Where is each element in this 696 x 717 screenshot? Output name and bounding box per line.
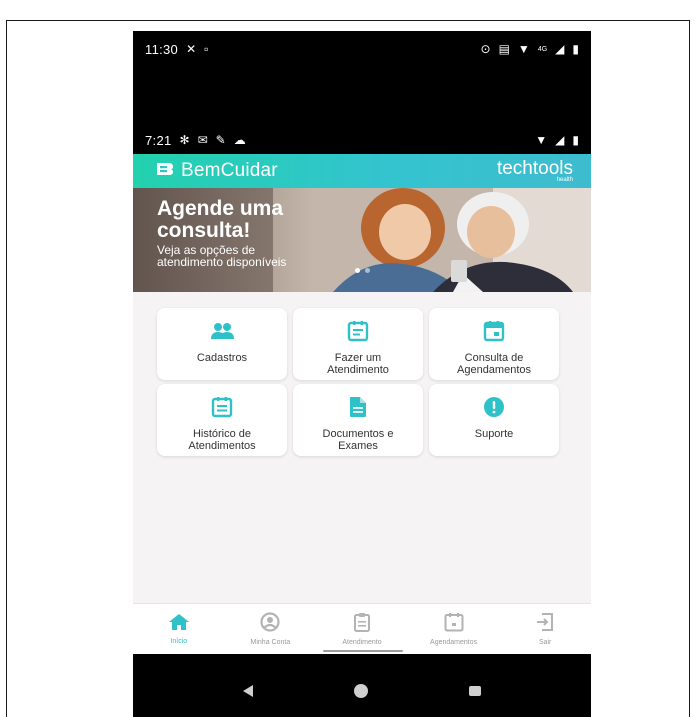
- menu-card-historico-atendimentos[interactable]: Histórico de Atendimentos: [157, 384, 287, 456]
- nav-label: Agendamentos: [430, 639, 478, 646]
- outer-status-bar: 11:30 ✕ ▫ ⊙ ▤ ▼ 4G ◢ ▮: [133, 35, 591, 63]
- alert-circle-icon: [481, 394, 507, 420]
- brand-logo: BemCuidar: [155, 160, 278, 182]
- carousel-dots: [355, 268, 370, 273]
- app-window: BemCuidar techtools health Agende uma co…: [133, 154, 591, 654]
- signal-icon: ◢: [555, 133, 565, 147]
- nav-item-atendimento[interactable]: Atendimento: [322, 612, 402, 646]
- wifi-icon: ▼: [517, 42, 530, 56]
- app-header: BemCuidar techtools health: [133, 154, 591, 188]
- banner-title: Agende uma consulta!: [157, 197, 284, 242]
- volte-icon: ▤: [498, 42, 510, 56]
- battery-icon: ▮: [572, 42, 579, 56]
- phone-screen: 11:30 ✕ ▫ ⊙ ▤ ▼ 4G ◢ ▮ 7:21 ✻ ✉ ✎ ☁ ▼ ◢ …: [133, 31, 591, 717]
- nav-item-agendamentos[interactable]: Agendamentos: [414, 612, 494, 646]
- nav-item-minha-conta[interactable]: Minha Conta: [230, 612, 310, 646]
- clipboard-icon: [353, 612, 370, 637]
- banner-subtitle: Veja as opções de atendimento disponívei…: [157, 243, 287, 269]
- brand-name: BemCuidar: [181, 160, 278, 181]
- menu-grid: Cadastros Fazer um Atendimento Consulta …: [157, 308, 561, 456]
- carousel-dot[interactable]: [365, 268, 370, 273]
- top-cut-caption: [0, 0, 696, 6]
- menu-card-label: Documentos e Exames: [322, 428, 394, 452]
- bottom-navigation: Início Minha Conta Atendimento Agendamen…: [133, 603, 591, 654]
- account-icon: [260, 612, 280, 637]
- menu-card-documentos-exames[interactable]: Documentos e Exames: [293, 384, 423, 456]
- menu-card-cadastros[interactable]: Cadastros: [157, 308, 287, 380]
- menu-card-label: Histórico de Atendimentos: [188, 428, 256, 452]
- cloud-icon: ☁: [233, 133, 246, 147]
- home-button-icon[interactable]: [353, 684, 368, 698]
- wifi-icon: ▼: [535, 133, 548, 147]
- menu-card-suporte[interactable]: Suporte: [429, 384, 559, 456]
- calendar-icon: [481, 318, 507, 344]
- nav-label: Sair: [538, 639, 552, 646]
- promo-banner[interactable]: Agende uma consulta! Veja as opções de a…: [133, 188, 591, 292]
- inner-status-bar: 7:21 ✻ ✉ ✎ ☁ ▼ ◢ ▮: [133, 126, 591, 154]
- bemcuidar-logo-icon: [155, 161, 175, 182]
- users-icon: [209, 318, 235, 344]
- recent-apps-icon[interactable]: [468, 686, 481, 696]
- nav-item-sair[interactable]: Sair: [505, 612, 585, 646]
- network-type-label: 4G: [537, 45, 548, 53]
- carousel-dot[interactable]: [355, 268, 360, 273]
- file-icon: [345, 394, 371, 420]
- partner-name: techtools: [496, 158, 573, 179]
- signal-icon: ◢: [555, 42, 565, 56]
- history-calendar-icon: [209, 394, 235, 420]
- menu-card-consulta-agendamentos[interactable]: Consulta de Agendamentos: [429, 308, 559, 380]
- menu-card-label: Consulta de Agendamentos: [457, 352, 531, 376]
- partner-sub: health: [556, 177, 573, 183]
- menu-card-label: Fazer um Atendimento: [327, 352, 389, 376]
- gesture-handle[interactable]: [323, 650, 403, 652]
- nav-label: Início: [170, 638, 188, 645]
- nav-label: Minha Conta: [250, 639, 291, 646]
- menu-card-label: Cadastros: [196, 352, 248, 364]
- settings-icon: ✻: [179, 133, 190, 147]
- menu-card-fazer-atendimento[interactable]: Fazer um Atendimento: [293, 308, 423, 380]
- wrench-icon: ✎: [215, 133, 226, 147]
- menu-card-label: Suporte: [474, 428, 514, 440]
- logout-icon: [535, 612, 555, 637]
- mail-icon: ✉: [197, 133, 208, 147]
- calendar-icon: [444, 612, 464, 637]
- tools-icon: ✕: [186, 42, 197, 56]
- screenshot-icon: ▫: [204, 42, 209, 56]
- home-icon: [168, 613, 190, 636]
- system-navigation-bar: [133, 671, 591, 711]
- partner-logo: techtools health: [497, 159, 573, 183]
- back-icon[interactable]: [243, 685, 254, 697]
- outer-status-time: 11:30: [145, 41, 179, 57]
- nav-item-inicio[interactable]: Início: [139, 613, 219, 645]
- inner-status-time: 7:21: [145, 132, 172, 148]
- nav-label: Atendimento: [342, 639, 382, 646]
- document-list-icon: [345, 318, 371, 344]
- battery-icon: ▮: [572, 133, 579, 147]
- location-icon: ⊙: [480, 42, 491, 56]
